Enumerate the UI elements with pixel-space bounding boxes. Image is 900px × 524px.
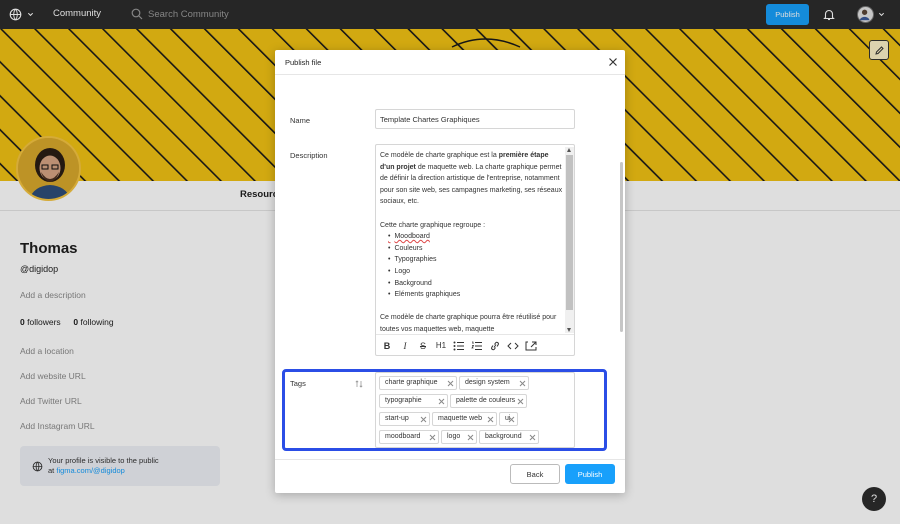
list-item: Moodboard xyxy=(388,231,563,243)
numbered-list-icon[interactable] xyxy=(471,341,483,351)
tag-chip[interactable]: moodboard xyxy=(379,430,439,444)
tag-label: charte graphique xyxy=(385,379,438,386)
dialog-scrollbar[interactable] xyxy=(620,162,623,332)
list-item: Eléments graphiques xyxy=(388,289,563,301)
link-icon[interactable] xyxy=(489,341,501,351)
reorder-icon[interactable] xyxy=(355,380,363,388)
scrollbar-thumb[interactable] xyxy=(566,155,573,310)
remove-tag-icon[interactable] xyxy=(529,434,536,441)
strikethrough-button[interactable]: S xyxy=(417,340,429,352)
tag-chip[interactable]: logo xyxy=(441,430,477,444)
dialog-footer-divider xyxy=(275,459,625,460)
tag-chip[interactable]: start-up xyxy=(379,412,430,426)
tag-chip[interactable]: palette de couleurs xyxy=(450,394,527,408)
list-item: Couleurs xyxy=(388,243,563,255)
bullet-list-icon[interactable] xyxy=(453,341,465,351)
dialog-header-divider xyxy=(275,74,625,75)
dialog-title: Publish file xyxy=(285,58,322,67)
tag-chip[interactable]: background xyxy=(479,430,539,444)
list-item: Logo xyxy=(388,266,563,278)
bold-button[interactable]: B xyxy=(381,340,393,352)
list-item: Typographies xyxy=(388,254,563,266)
remove-tag-icon[interactable] xyxy=(467,434,474,441)
embed-icon[interactable] xyxy=(525,341,537,351)
remove-tag-icon[interactable] xyxy=(519,380,526,387)
description-paragraph: Ce modèle de charte graphique pourra êtr… xyxy=(380,314,557,333)
tag-label: maquette web xyxy=(438,415,482,422)
tags-label: Tags xyxy=(290,379,306,388)
remove-tag-icon[interactable] xyxy=(487,416,494,423)
tag-chip[interactable]: ui xyxy=(499,412,518,426)
scroll-down-arrow-icon[interactable] xyxy=(567,328,571,332)
list-item: Background xyxy=(388,278,563,290)
close-icon[interactable] xyxy=(608,57,618,67)
remove-tag-icon[interactable] xyxy=(508,416,515,423)
publish-submit-button[interactable]: Publish xyxy=(565,464,615,484)
remove-tag-icon[interactable] xyxy=(429,434,436,441)
remove-tag-icon[interactable] xyxy=(517,398,524,405)
description-list: Moodboard Couleurs Typographies Logo Bac… xyxy=(380,231,563,301)
formatting-toolbar: B I S H1 xyxy=(376,334,574,356)
tag-label: typographie xyxy=(385,397,422,404)
scroll-up-arrow-icon[interactable] xyxy=(567,148,571,152)
tag-label: start-up xyxy=(385,415,409,422)
italic-button[interactable]: I xyxy=(399,340,411,352)
name-label: Name xyxy=(290,116,311,125)
publish-file-dialog: Publish file Name Description Ce modèle … xyxy=(275,50,625,493)
remove-tag-icon[interactable] xyxy=(438,398,445,405)
code-icon[interactable] xyxy=(507,341,519,351)
tag-chip[interactable]: design system xyxy=(459,376,529,390)
description-label: Description xyxy=(290,151,328,160)
name-field[interactable] xyxy=(375,109,575,129)
tag-label: logo xyxy=(447,433,461,440)
description-scrollbar[interactable] xyxy=(565,147,574,333)
list-intro: Cette charte graphique regroupe : xyxy=(380,221,486,229)
tags-field[interactable]: charte graphique design system typographie… xyxy=(375,372,575,448)
tag-label: design system xyxy=(465,379,510,386)
remove-tag-icon[interactable] xyxy=(447,380,454,387)
heading-button[interactable]: H1 xyxy=(435,340,447,352)
tag-chip[interactable]: typographie xyxy=(379,394,448,408)
description-editor[interactable]: Ce modèle de charte graphique est la pre… xyxy=(375,144,575,356)
tag-chip[interactable]: charte graphique xyxy=(379,376,457,390)
tag-chip[interactable]: maquette web xyxy=(432,412,497,426)
description-text[interactable]: Ce modèle de charte graphique est la pre… xyxy=(380,150,563,333)
remove-tag-icon[interactable] xyxy=(420,416,427,423)
back-button[interactable]: Back xyxy=(510,464,560,484)
tag-label: background xyxy=(485,433,522,440)
tag-label: moodboard xyxy=(385,433,421,440)
tag-label: palette de couleurs xyxy=(456,397,516,404)
